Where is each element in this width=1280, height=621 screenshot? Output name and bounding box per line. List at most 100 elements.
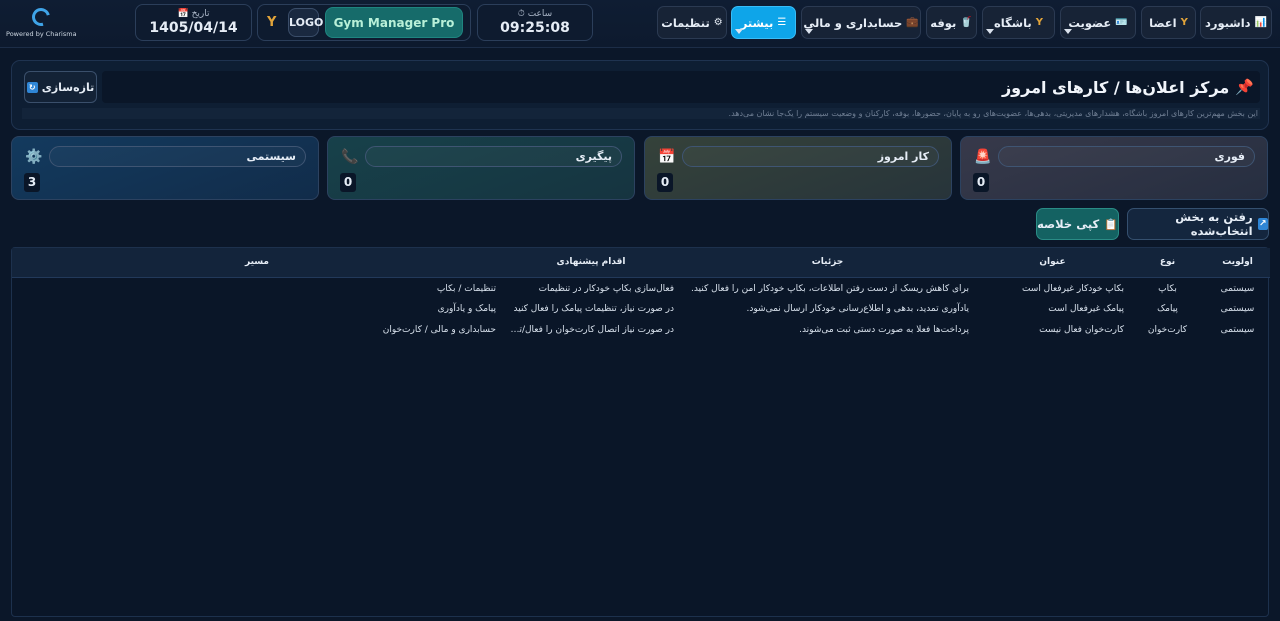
cell-path: حسابداری و مالی / کارت‌خوان [382, 324, 496, 335]
goto-selected-label: رفتن به بخش انتخاب‌شده [1175, 210, 1253, 238]
nav-membership[interactable]: 🪪 عضویت [1060, 6, 1136, 39]
table-row[interactable]: سیستمی بکاپ بکاپ خودکار غیرفعال است برای… [12, 277, 1270, 298]
copy-summary-button[interactable]: 📋 کپی خلاصه [1036, 208, 1119, 240]
nav-accounting[interactable]: 💼 حسابداری و مالی [801, 6, 921, 39]
page-title: مرکز اعلان‌ها / کارهای امروز [1001, 77, 1230, 97]
cell-path: تنظیمات / بکاپ [436, 284, 496, 295]
col-title[interactable]: عنوان [975, 248, 1130, 278]
page-title-bar: 📌 مرکز اعلان‌ها / کارهای امروز [102, 71, 1260, 103]
menu-icon: ☰ [777, 17, 787, 28]
cup-icon: 🥤 [960, 17, 973, 28]
stat-card-today[interactable]: کار امروز 📅 0 [644, 136, 952, 200]
nav-club[interactable]: Y باشگاه [982, 6, 1055, 39]
cell-priority: سیستمی [1220, 324, 1255, 335]
nav-dashboard[interactable]: 📊 داشبورد [1200, 6, 1272, 39]
charisma-logo-icon [28, 4, 54, 30]
date-label: تاریخ [191, 9, 210, 19]
stat-value: 0 [340, 173, 356, 192]
nav-buffet-label: بوفه [930, 15, 957, 30]
refresh-icon: ↻ [26, 81, 38, 93]
goto-selected-button[interactable]: ↗ رفتن به بخش انتخاب‌شده [1127, 208, 1269, 240]
cell-action: در صورت نیاز اتصال کارت‌خوان را فعال/تست… [502, 324, 674, 335]
clock-value: 09:25:08 [500, 20, 570, 36]
briefcase-icon: 💼 [906, 17, 919, 28]
cell-title: بکاپ خودکار غیرفعال است [1021, 284, 1124, 295]
stat-value: 0 [973, 173, 989, 192]
cell-path: پیامک و یادآوری [437, 303, 496, 314]
tasks-table: اولویت نوع عنوان جزئیات اقدام پیشنهادی م… [12, 248, 1270, 340]
chevron-down-icon [805, 29, 813, 34]
top-navigation-bar: Powered by Charisma 📅 تاریخ 1405/04/14 Y… [0, 0, 1280, 48]
date-display: 📅 تاریخ 1405/04/14 [135, 4, 252, 41]
chevron-down-icon [1064, 29, 1072, 34]
cell-action: در صورت نیاز، تنظیمات پیامک را فعال کنید [513, 303, 675, 314]
col-priority[interactable]: اولویت [1205, 248, 1270, 278]
app-brand-group: Y LOGO Gym Manager Pro [257, 4, 471, 41]
cell-title: کارت‌خوان فعال نیست [1039, 324, 1124, 335]
id-card-icon: 🪪 [1115, 17, 1128, 28]
gear-icon: ⚙️ [25, 149, 43, 165]
clock-label: ساعت [527, 9, 553, 19]
nav-settings-label: تنظیمات [661, 15, 710, 30]
chevron-down-icon [735, 29, 743, 34]
phone-icon: 📞 [341, 149, 359, 165]
refresh-button[interactable]: ↻ تازه‌سازی [24, 71, 97, 103]
pushpin-icon: 📌 [1235, 78, 1254, 96]
cell-details: پرداخت‌ها فعلا به صورت دستی ثبت می‌شوند. [799, 324, 969, 335]
nav-settings[interactable]: ⚙ تنظیمات [657, 6, 727, 39]
bar-chart-icon: 📊 [1254, 17, 1268, 28]
col-type[interactable]: نوع [1130, 248, 1205, 278]
members-icon: Y [1180, 17, 1188, 28]
calendar-icon: 📅 [177, 9, 189, 19]
cell-type: بکاپ [1158, 284, 1177, 295]
table-row[interactable]: سیستمی کارت‌خوان کارت‌خوان فعال نیست پرد… [12, 319, 1270, 340]
nav-membership-label: عضویت [1068, 15, 1112, 30]
nav-more-label: بیشتر [740, 15, 774, 30]
powered-by-text: Powered by Charisma [6, 30, 77, 38]
clock-display: ⏱ ساعت 09:25:08 [477, 4, 593, 41]
clock-icon: ⏱ [517, 9, 525, 19]
clipboard-icon: 📋 [1104, 217, 1118, 231]
refresh-label: تازه‌سازی [41, 80, 95, 94]
nav-more[interactable]: ☰ بیشتر [731, 6, 796, 39]
cell-title: پیامک غیرفعال است [1048, 303, 1124, 314]
chevron-down-icon [986, 29, 994, 34]
gear-icon: ⚙ [713, 17, 723, 28]
nav-buffet[interactable]: 🥤 بوفه [926, 6, 977, 39]
page-description: این بخش مهم‌ترین کارهای امروز باشگاه، هش… [22, 108, 1260, 119]
nav-club-label: باشگاه [994, 15, 1032, 30]
nav-dashboard-label: داشبورد [1204, 15, 1251, 30]
external-link-icon: ↗ [1257, 218, 1268, 230]
notification-center-header: ↻ تازه‌سازی 📌 مرکز اعلان‌ها / کارهای امر… [11, 60, 1269, 130]
y-logo-icon: Y [267, 15, 277, 30]
table-header-row: اولویت نوع عنوان جزئیات اقدام پیشنهادی م… [12, 248, 1270, 278]
cell-action: فعال‌سازی بکاپ خودکار در تنظیمات [538, 284, 674, 295]
cell-type: پیامک [1157, 303, 1178, 314]
stat-label: فوری [998, 146, 1255, 167]
stat-value: 0 [657, 173, 673, 192]
cell-priority: سیستمی [1220, 284, 1255, 295]
stat-label: سیستمی [49, 146, 306, 167]
stat-card-followup[interactable]: پیگیری 📞 0 [327, 136, 635, 200]
stat-card-urgent[interactable]: فوری 🚨 0 [960, 136, 1268, 200]
nav-members[interactable]: Y اعضا [1141, 6, 1196, 39]
cell-details: برای کاهش ریسک از دست رفتن اطلاعات، بکاپ… [690, 284, 969, 295]
cell-type: کارت‌خوان [1147, 324, 1188, 335]
date-value: 1405/04/14 [149, 20, 238, 36]
logo-placeholder: LOGO [288, 8, 323, 37]
stat-label: کار امروز [682, 146, 939, 167]
col-details[interactable]: جزئیات [680, 248, 975, 278]
col-path[interactable]: مسیر [12, 248, 502, 278]
calendar-icon: 📅 [658, 149, 676, 165]
stat-card-system[interactable]: سیستمی ⚙️ 3 [11, 136, 319, 200]
tasks-table-container: اولویت نوع عنوان جزئیات اقدام پیشنهادی م… [11, 247, 1270, 617]
gym-icon: Y [1035, 17, 1043, 28]
nav-members-label: اعضا [1149, 15, 1177, 30]
col-action[interactable]: اقدام پیشنهادی [502, 248, 680, 278]
stat-value: 3 [24, 173, 40, 192]
app-name-badge: Gym Manager Pro [325, 7, 463, 38]
nav-accounting-label: حسابداری و مالی [803, 15, 903, 30]
brand-area: Powered by Charisma [6, 4, 77, 42]
cell-details: یادآوری تمدید، بدهی و اطلاع‌رسانی خودکار… [746, 303, 969, 314]
table-row[interactable]: سیستمی پیامک پیامک غیرفعال است یادآوری ت… [12, 298, 1270, 319]
